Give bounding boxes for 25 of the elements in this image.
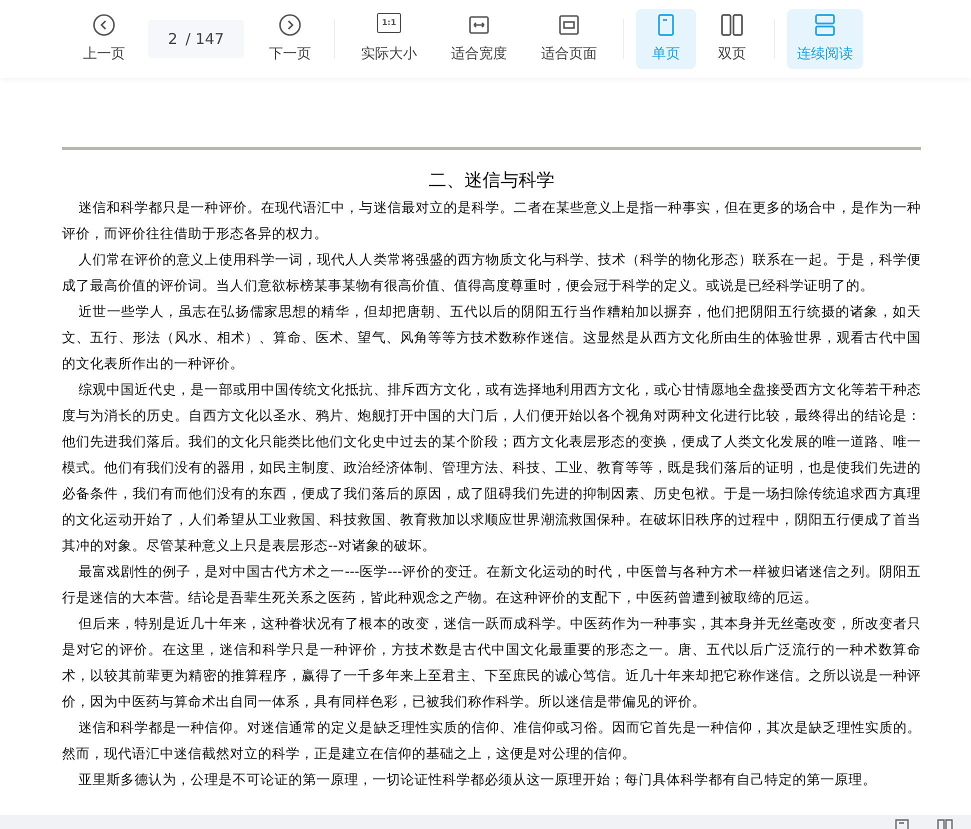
next-page-button[interactable]: 下一页 xyxy=(258,9,322,69)
body-paragraph: 迷信和科学都只是一种评价。在现代语汇中，与迷信最对立的是科学。二者在某些意义上是指一种事实，但在更多的场合中，是作为一种评价，而评价往往借助于形态各异的权力。 xyxy=(62,199,921,244)
page-icon xyxy=(895,819,909,829)
double-page-icon xyxy=(937,819,953,829)
body-paragraph: 近世一些学人，虽志在弘扬儒家思想的精华，但却把唐朝、五代以后的阴阳五行当作糟粕加以摒弃，他们把阴阳五行统摄的诸象，如天文、五行、形法（风水、相术）、算命、医术、望气、风角等等方技术数称作迷信。这显然是从西方文化所由生的体验世界，观看古代中国的文化表所作出的一种评价。 xyxy=(62,303,921,374)
previous-page-button[interactable]: 上一页 xyxy=(72,9,136,69)
page-number-field[interactable]: 2 / 147 xyxy=(148,20,244,58)
body-paragraph: 综观中国近代史，是一部或用中国传统文化抵抗、排斥西方文化，或有选择地利用西方文化，或心甘情愿地全盘接受西方文化等若干种态度与为消长的历史。自西方文化以圣水、鸦片、炮舰打开中国的大门后，人们便开始以各个视角对两种文化进行比较，最终得出的结论是：他们先进我们落后。我们的文化只能类比他们文化史中过去的某个阶段；西方文化表层形态的变换，便成了人类文化发展的唯一道路、唯一模式。他们有我们没有的器用，如民主制度、政治经济体制、管理方法、科技、工业、教育等等，既是我们落后的证明，也是使我们先进的必备条件，我们有而他们没有的东西，便成了我们落后的原因，成了阻碍我们先进的抑制因素、历史包袱。于是一场扫除传统追求西方真理的文化运动开始了，人们希望从工业救国、科技救国、教育救加以求顺应世界潮流救国保种。在破坏旧秩序的过程中，阴阳五行便成了首当其冲的对象。尽管某种意义上只是表层形态--对诸象的破坏。 xyxy=(62,381,921,556)
continuous-scroll-icon xyxy=(813,13,837,37)
fit-page-icon xyxy=(557,13,581,37)
zoom-mode-button[interactable]: 1:1 实际大小 xyxy=(347,9,431,69)
body-paragraph: 但后来，特别是近几十年来，这种眷状况有了根本的改变，迷信一跃而成科学。中医药作为一种事实，其本身并无丝毫改变，所改变者只是对它的评价。在这里，迷信和科学只是一种评价，方技术数是古代中国文化最重要的形态之一。唐、五代以后广泛流行的一种术数算命术，以较其前辈更为精密的推算程序，赢得了一千多年来上至君主、下至庶民的诚心笃信。近几十年来却把它称作迷信。之所以说是一种评价，因为中医药与算命术出自同一体系，具有同样色彩，已被我们称作科学。所以迷信是带偏见的评价。 xyxy=(62,615,921,712)
zoom-mode-button[interactable]: 适合宽度 xyxy=(437,9,521,69)
section-heading: 二、迷信与科学 xyxy=(428,169,556,193)
fit-width-icon xyxy=(467,13,491,37)
body-paragraph: 最富戏剧性的例子，是对中国古代方术之一---医学---评价的变迁。在新文化运动的时代，中医曾与各种方术一样被归诸迷信之列。阴阳五行是迷信的大本营。结论是吾辈生死关系之医药，皆此种观念之产物。在这种评价的支配下，中医药曾遭到被取缔的厄运。 xyxy=(62,563,921,608)
chevron-right-icon xyxy=(278,13,302,37)
body-paragraph: 亚里斯多德认为，公理是不可论证的第一原理，一切论证性科学都必须从这一原理开始；每门具体科学都有自己特定的第一原理。 xyxy=(77,771,878,790)
actual-size-icon: 1:1 xyxy=(377,13,401,33)
chevron-left-icon xyxy=(92,13,116,37)
body-paragraph: 人们常在评价的意义上使用科学一词，现代人人类常将强盛的西方物质文化与科学、技术（科学的物化形态）联系在一起。于是，科学便成了最高价值的评价词。当人们意欲标榜某事某物有很高价值、值得高度尊重时，便会冠于科学的定义。或说是已经科学证明了的。 xyxy=(62,251,921,296)
double-page-icon xyxy=(720,13,744,37)
zoom-mode-button[interactable]: 适合页面 xyxy=(527,9,611,69)
body-paragraph: 迷信和科学都是一种信仰。对迷信通常的定义是缺乏理性实质的信仰、准信仰或习俗。因而它首先是一种信仰，其次是缺乏理性实质的。然而，现代语汇中迷信截然对立的科学，正是建立在信仰的基础之上，这便是对公理的信仰。 xyxy=(62,719,921,764)
page-mode-button[interactable]: 双页 xyxy=(702,9,762,69)
